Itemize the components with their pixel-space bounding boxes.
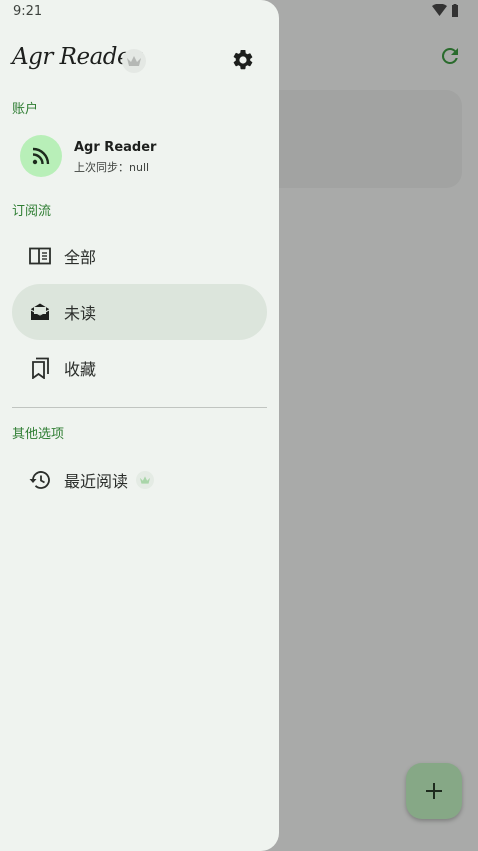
settings-button[interactable] [231,48,255,72]
app-title: Agr Reader [12,44,141,70]
article-icon [28,244,52,268]
nav-label-unread: 未读 [64,304,97,323]
bookmarks-icon [28,356,52,380]
history-icon [28,468,52,492]
account-name: Agr Reader [74,140,157,155]
open-mail-icon [28,300,52,324]
crown-icon [140,476,151,484]
account-sync-text: 上次同步：null [74,161,150,174]
add-feed-button[interactable] [406,763,462,819]
gear-icon [233,49,253,70]
screen: 9:21 Agr Reader 账户 Agr Reader 上次同步：null … [0,0,478,851]
section-divider [12,407,267,408]
crown-icon [127,56,141,66]
premium-badge[interactable] [122,49,146,73]
nav-item-all[interactable]: 全部 [12,228,267,284]
feeds-section-label: 订阅流 [12,204,52,219]
navigation-drawer: 9:21 Agr Reader 账户 Agr Reader 上次同步：null … [0,0,279,851]
plus-icon [426,783,442,799]
premium-badge [136,471,155,489]
battery-icon [452,4,458,17]
status-time: 9:21 [13,4,43,19]
account-section-label: 账户 [12,102,39,117]
nav-item-unread[interactable]: 未读 [12,284,267,340]
rss-icon [32,147,50,165]
wifi-icon [432,4,447,16]
nav-item-starred[interactable]: 收藏 [12,340,267,396]
account-row[interactable]: Agr Reader 上次同步：null [12,128,267,184]
feed-card[interactable] [250,90,462,188]
refresh-icon[interactable] [438,44,462,68]
nav-label-starred: 收藏 [64,360,97,379]
status-icons [432,4,459,17]
nav-label-all: 全部 [64,248,97,267]
nav-label-recent: 最近阅读 [64,472,129,491]
other-section-label: 其他选项 [12,427,65,442]
account-avatar [20,135,62,177]
nav-item-recent[interactable]: 最近阅读 [12,452,267,508]
